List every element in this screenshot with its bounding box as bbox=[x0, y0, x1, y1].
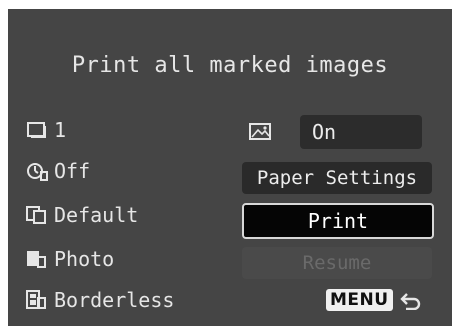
return-arrow-icon bbox=[399, 290, 423, 310]
layout-value: Borderless bbox=[54, 288, 175, 312]
menu-return-hint[interactable]: MENU bbox=[326, 289, 423, 311]
effects-icon bbox=[26, 204, 48, 226]
date-clock-icon bbox=[26, 160, 48, 182]
paper-type-value: Photo bbox=[54, 247, 115, 271]
paper-settings-button[interactable]: Paper Settings bbox=[242, 162, 432, 194]
setting-paper-type: Photo bbox=[26, 246, 114, 272]
print-button[interactable]: Print bbox=[242, 203, 434, 239]
date-value: Off bbox=[54, 159, 91, 183]
resume-button[interactable]: Resume bbox=[242, 247, 432, 279]
picture-icon bbox=[248, 121, 274, 147]
layout-icon bbox=[26, 289, 48, 311]
photo-type-icon bbox=[26, 248, 48, 270]
camera-screen: Print all marked images 1 Off Default Ph… bbox=[8, 9, 452, 326]
menu-button-label: MENU bbox=[326, 289, 393, 311]
effects-value: Default bbox=[54, 203, 139, 227]
setting-effects: Default bbox=[26, 202, 138, 228]
setting-copies: 1 bbox=[26, 117, 66, 143]
screen-title: Print all marked images bbox=[71, 53, 389, 78]
copies-value: 1 bbox=[54, 118, 67, 142]
copies-icon bbox=[26, 119, 48, 141]
setting-date: Off bbox=[26, 158, 90, 184]
setting-layout: Borderless bbox=[26, 287, 174, 313]
picture-setting-value[interactable]: On bbox=[300, 115, 422, 149]
